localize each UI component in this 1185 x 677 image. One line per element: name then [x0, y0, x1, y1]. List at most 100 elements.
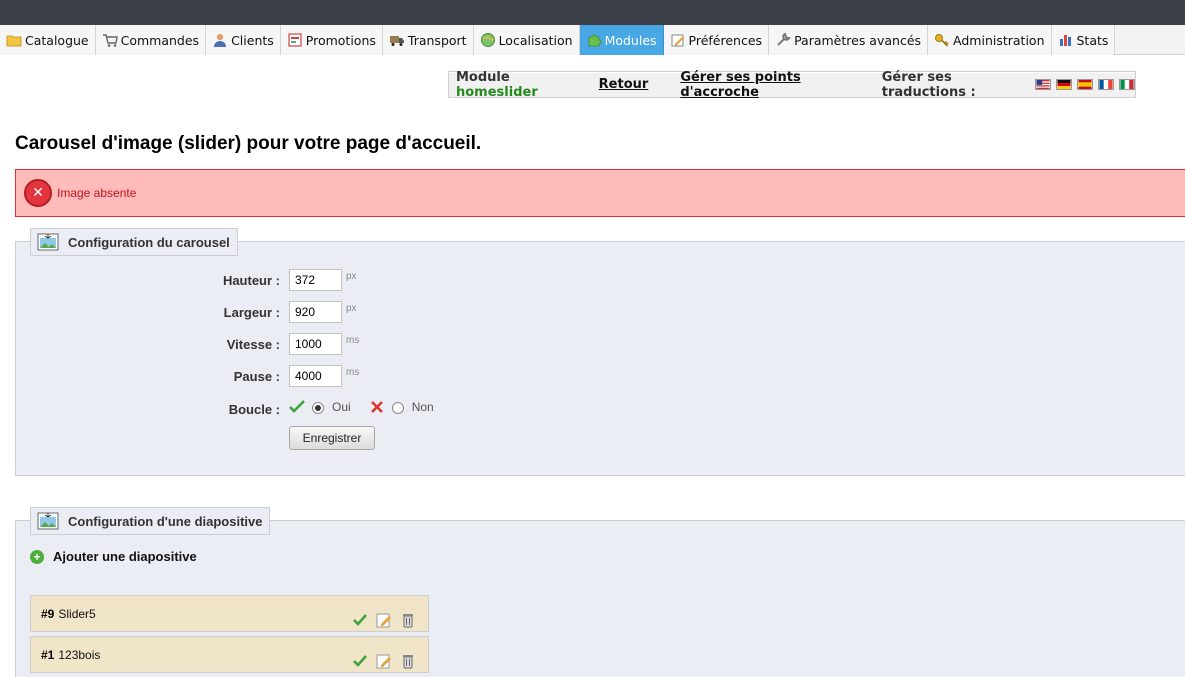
translation-flags — [1035, 79, 1135, 90]
module-toolbar: Module homeslider Retour Gérer ses point… — [448, 69, 1136, 100]
en-flag-icon[interactable] — [1035, 79, 1051, 90]
speed-row: Vitesse : ms — [16, 332, 456, 356]
tab-label: Préférences — [688, 32, 763, 48]
error-message: Image absente — [57, 186, 137, 200]
error-icon: ✕ — [24, 179, 52, 207]
tab-administration[interactable]: Administration — [928, 25, 1052, 55]
user-icon — [214, 33, 227, 47]
enabled-check-icon[interactable] — [352, 612, 368, 628]
slide-name: Slider5 — [58, 606, 96, 621]
add-slide-link[interactable]: + Ajouter une diapositive — [30, 549, 197, 564]
delete-icon[interactable] — [400, 612, 416, 628]
tab-label: Clients — [231, 32, 274, 48]
bar-chart-icon — [1059, 35, 1071, 46]
module-prefix: Module — [456, 69, 510, 85]
pause-label: Pause : — [233, 368, 280, 384]
slide-config-legend: Configuration d'une diapositive — [30, 507, 271, 535]
slider-config-icon — [37, 512, 59, 530]
tab-promotions[interactable]: Promotions — [280, 25, 383, 55]
preferences-icon — [671, 34, 685, 47]
height-label: Hauteur : — [222, 272, 280, 288]
manage-hooks-link[interactable]: Gérer ses points d'accroche — [680, 70, 855, 100]
delete-icon[interactable] — [400, 653, 416, 669]
loop-label: Boucle : — [228, 401, 280, 417]
slide-config-panel: Configuration d'une diapositive + Ajoute… — [15, 507, 1185, 677]
module-name-label: Module homeslider — [456, 70, 577, 100]
pause-input[interactable] — [289, 365, 342, 387]
wrench-icon — [777, 32, 791, 46]
tab-label: Catalogue — [25, 32, 89, 48]
width-row: Largeur : px — [16, 300, 456, 324]
height-unit: px — [346, 270, 357, 282]
slide-actions — [352, 653, 416, 669]
loop-no-label: Non — [411, 400, 434, 414]
pause-row: Pause : ms — [16, 364, 456, 388]
es-flag-icon[interactable] — [1077, 79, 1093, 90]
speed-input[interactable] — [289, 333, 342, 355]
tab-label: Administration — [953, 32, 1045, 48]
tab-catalogue[interactable]: Catalogue — [0, 25, 96, 55]
height-row: Hauteur : px — [16, 268, 456, 292]
back-link[interactable]: Retour — [599, 77, 649, 92]
tab-label: Localisation — [498, 32, 573, 48]
add-slide-label: Ajouter une diapositive — [53, 549, 197, 564]
save-button[interactable]: Enregistrer — [289, 426, 375, 450]
it-flag-icon[interactable] — [1119, 79, 1135, 90]
tab-label: Commandes — [120, 32, 200, 48]
loop-yes-radio[interactable] — [312, 401, 324, 414]
tab-clients[interactable]: Clients — [206, 25, 281, 55]
tab-stats[interactable]: Stats — [1051, 25, 1116, 55]
legend-title: Configuration d'une diapositive — [68, 513, 263, 529]
carousel-config-legend: Configuration du carousel — [30, 228, 238, 256]
cross-icon — [370, 401, 383, 413]
de-flag-icon[interactable] — [1056, 79, 1072, 90]
speed-unit: ms — [346, 334, 360, 346]
tab-label: Transport — [407, 32, 467, 48]
slide-name: 123bois — [58, 647, 101, 662]
width-unit: px — [346, 302, 357, 314]
translations-label: Gérer ses traductions : — [881, 69, 976, 100]
tab-label: Stats — [1076, 32, 1109, 48]
key-icon — [935, 34, 949, 47]
slide-id: #9 — [41, 606, 55, 621]
edit-icon[interactable] — [376, 612, 392, 628]
tab-label: Modules — [604, 32, 657, 48]
truck-icon — [389, 36, 404, 46]
module-name: homeslider — [456, 84, 538, 100]
tab-parametres-avances[interactable]: Paramètres avancés — [769, 25, 929, 55]
tab-localisation[interactable]: Localisation — [473, 25, 580, 55]
pause-unit: ms — [346, 366, 360, 378]
width-input[interactable] — [289, 301, 342, 323]
tab-commandes[interactable]: Commandes — [95, 25, 207, 55]
tab-label: Promotions — [305, 32, 376, 48]
edit-icon[interactable] — [376, 653, 392, 669]
main-navigation: Catalogue Commandes Clients Promotions T… — [0, 25, 1185, 55]
promo-icon — [288, 33, 302, 47]
width-label: Largeur : — [223, 304, 280, 320]
top-header-bar — [0, 0, 1185, 25]
loop-no-radio[interactable] — [391, 401, 404, 414]
slider-config-icon — [37, 233, 59, 251]
error-alert: ✕ Image absente — [15, 169, 1185, 217]
carousel-config-panel: Configuration du carousel Hauteur : px L… — [15, 228, 1185, 476]
check-icon — [289, 400, 305, 413]
slide-item[interactable]: #1 123bois — [30, 636, 429, 673]
slide-item[interactable]: #9 Slider5 — [30, 595, 429, 632]
slide-id: #1 — [41, 647, 55, 662]
fr-flag-icon[interactable] — [1098, 79, 1114, 90]
add-icon: + — [30, 549, 44, 564]
tab-transport[interactable]: Transport — [382, 25, 474, 55]
globe-icon — [480, 33, 495, 47]
loop-row: Boucle : Oui Non — [16, 397, 456, 421]
loop-yes-label: Oui — [332, 400, 351, 414]
cart-icon — [102, 34, 118, 47]
enabled-check-icon[interactable] — [352, 653, 368, 669]
speed-label: Vitesse : — [226, 336, 280, 352]
tab-modules[interactable]: Modules — [579, 25, 664, 55]
tab-label: Paramètres avancés — [794, 32, 922, 48]
legend-title: Configuration du carousel — [68, 234, 230, 250]
tab-preferences[interactable]: Préférences — [663, 25, 770, 55]
height-input[interactable] — [289, 269, 342, 291]
folder-icon — [6, 35, 22, 47]
slide-actions — [352, 612, 416, 628]
